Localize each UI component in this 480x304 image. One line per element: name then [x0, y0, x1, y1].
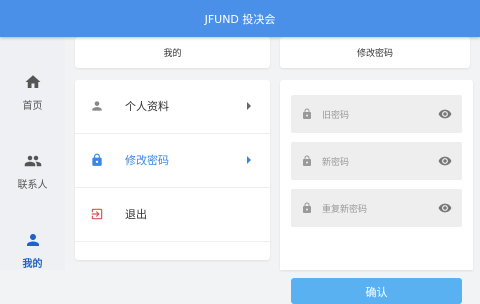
sidebar-item-label: 首页	[22, 101, 43, 112]
new-password-field[interactable]: 新密码	[291, 142, 462, 180]
sidebar-item-mine[interactable]: 我的	[0, 231, 65, 283]
menu-item-profile[interactable]: 个人资料	[75, 80, 270, 134]
menu-item-label: 修改密码	[125, 154, 169, 167]
app-header: JFUND 投决会	[0, 0, 480, 37]
chevron-right-icon	[247, 156, 251, 164]
lock-icon	[303, 155, 311, 166]
tab-mine-label: 我的	[163, 49, 182, 59]
home-icon	[25, 75, 40, 88]
lock-icon	[303, 202, 311, 213]
person-icon	[92, 101, 102, 111]
lock-icon	[303, 108, 311, 119]
change-password-card: 旧密码 新密码 重复新密码 确认	[280, 80, 473, 304]
exit-icon	[91, 208, 103, 220]
repeat-password-field[interactable]: 重复新密码	[291, 189, 462, 227]
profile-menu-card: 个人资料 修改密码 退出	[75, 80, 270, 260]
menu-item-change-password[interactable]: 修改密码	[75, 134, 270, 188]
menu-item-logout[interactable]: 退出	[75, 188, 270, 242]
lock-icon	[92, 153, 102, 166]
sidebar-item-label: 我的	[22, 259, 43, 270]
old-password-placeholder: 旧密码	[322, 111, 350, 121]
confirm-button[interactable]: 确认	[291, 278, 462, 304]
contacts-icon	[24, 155, 41, 167]
new-password-placeholder: 新密码	[322, 158, 350, 168]
menu-item-label: 个人资料	[125, 100, 169, 113]
menu-item-label: 退出	[125, 208, 147, 221]
sidebar-item-label: 联系人	[17, 180, 48, 191]
chevron-right-icon	[247, 102, 251, 110]
person-icon	[26, 234, 39, 246]
sidebar: 首页 联系人 我的	[0, 37, 65, 270]
tab-change-password[interactable]: 修改密码	[280, 37, 470, 68]
eye-icon[interactable]	[437, 154, 453, 168]
sidebar-item-contacts[interactable]: 联系人	[0, 152, 65, 204]
app-title: JFUND 投决会	[204, 12, 276, 26]
tab-mine[interactable]: 我的	[75, 37, 270, 68]
old-password-field[interactable]: 旧密码	[291, 95, 462, 133]
repeat-password-placeholder: 重复新密码	[322, 205, 368, 215]
tab-change-password-label: 修改密码	[356, 49, 393, 59]
eye-icon[interactable]	[437, 107, 453, 121]
sidebar-item-home[interactable]: 首页	[0, 73, 65, 125]
eye-icon[interactable]	[437, 201, 453, 215]
